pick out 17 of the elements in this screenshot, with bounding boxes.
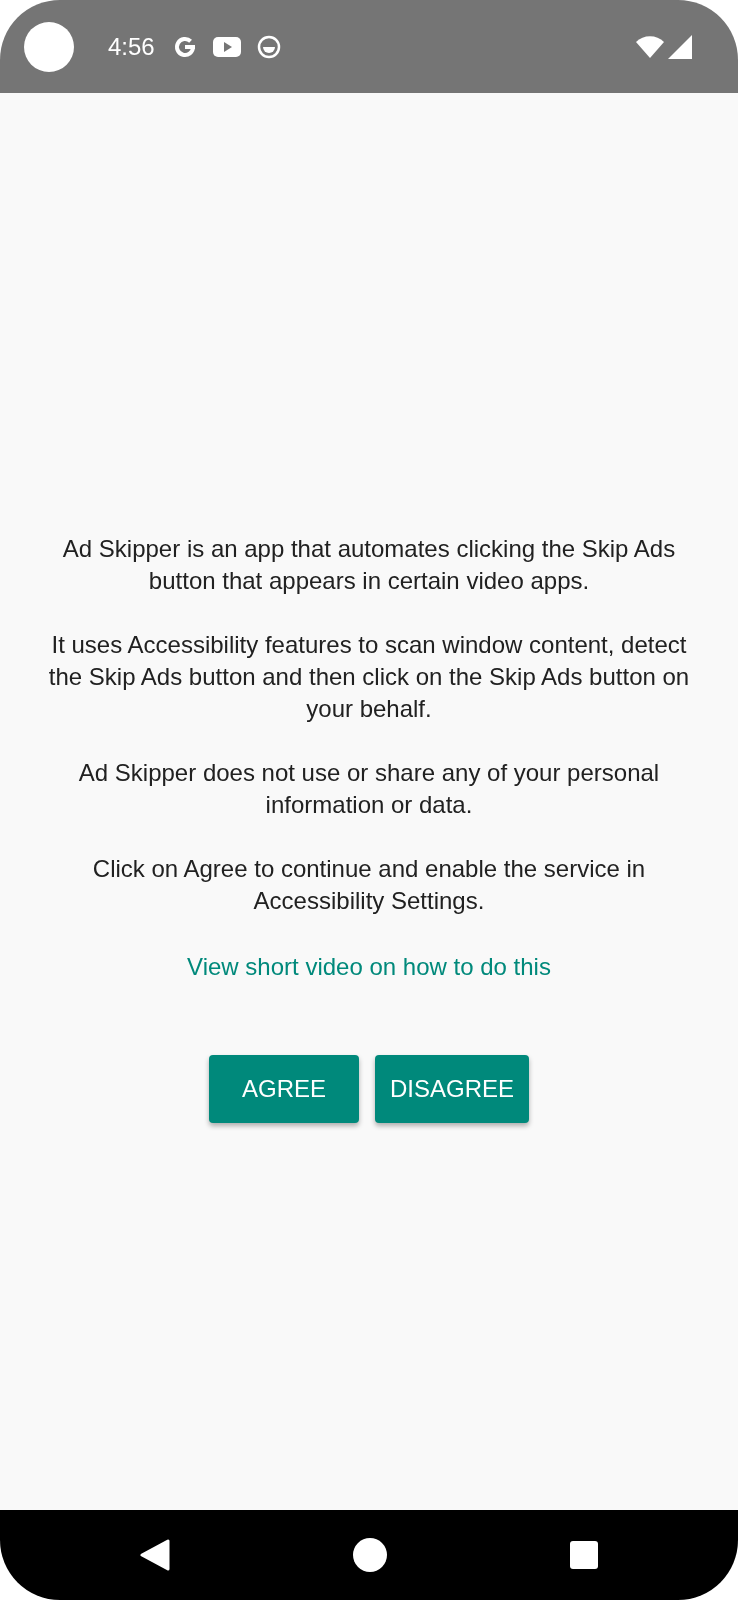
info-paragraph: It uses Accessibility features to scan window content, detect the Skip Ads button and then click on the Skip Ads button on your behalf. [47,630,691,724]
info-paragraph: Ad Skipper is an app that automates clicking the Skip Ads button that appears in certain video apps. [61,534,677,596]
info-paragraph: Ad Skipper does not use or share any of your personal information or data. [77,758,661,820]
back-icon[interactable] [139,1539,170,1571]
wifi-icon [636,35,664,58]
info-paragraph: Click on Agree to continue and enable the service in Accessibility Settings. [91,854,647,916]
status-time: 4:56 [108,31,155,62]
home-icon[interactable] [353,1538,387,1572]
circle-icon [24,21,74,72]
face-icon [256,34,281,59]
agree-button[interactable]: AGREE [209,1055,359,1123]
signal-icon [668,34,692,59]
disagree-button[interactable]: DISAGREE [375,1055,529,1123]
play-icon [212,36,241,57]
recents-icon[interactable] [570,1541,599,1569]
g-logo-icon [172,34,197,59]
video-link[interactable]: View short video on how to do this [187,949,551,985]
